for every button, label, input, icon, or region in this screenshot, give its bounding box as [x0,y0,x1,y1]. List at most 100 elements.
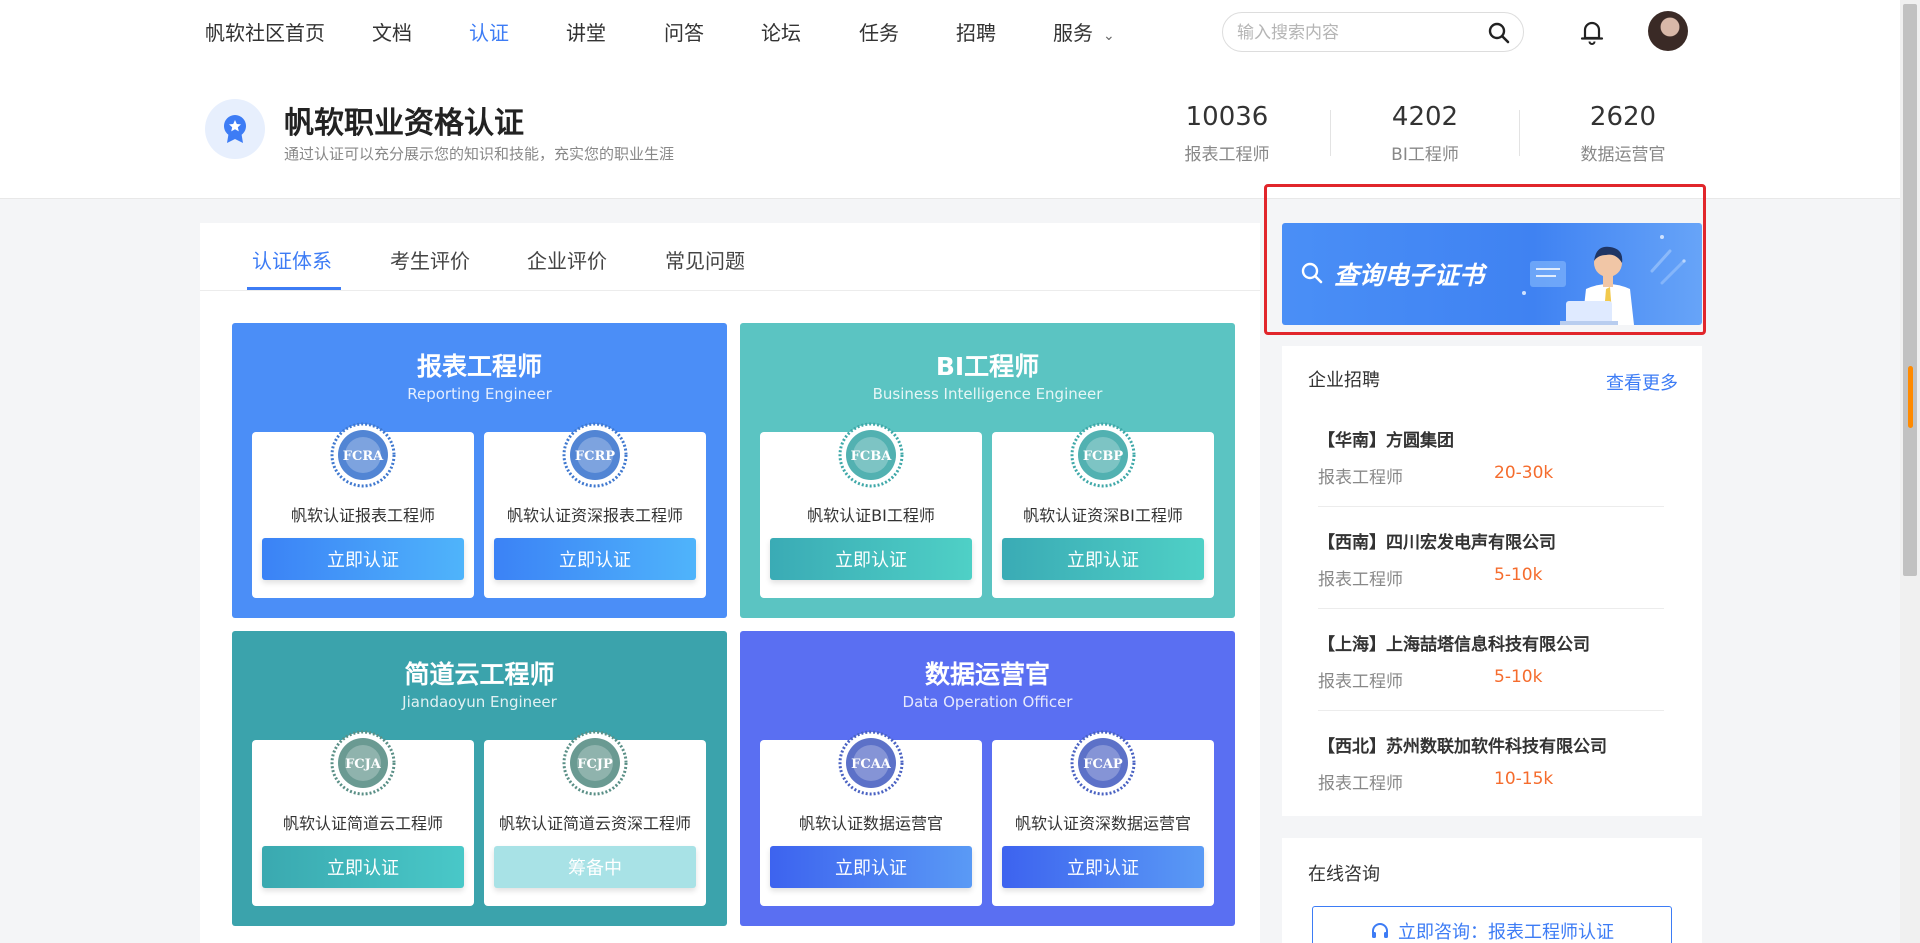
job-company: 【西南】四川宏发电声有限公司 [1318,533,1556,553]
job-role: 报表工程师 [1318,672,1403,692]
cert-group-bi-engineer: BI工程师 Business Intelligence Engineer FCBA 帆… [740,323,1235,618]
search-input[interactable] [1237,21,1477,45]
job-company: 【华南】方圆集团 [1318,431,1454,451]
seal-code-text: FCJA [345,757,382,772]
seal-code-text: FCAA [851,757,892,772]
certify-now-button[interactable]: 立即认证 [494,538,696,580]
query-certificate-banner[interactable]: 查询电子证书 [1282,223,1702,325]
certify-now-button[interactable]: 立即认证 [770,846,972,888]
certification-seal-icon: FCRP [562,422,628,488]
seal-code-text: FCBP [1083,449,1124,464]
job-salary: 20-30k [1494,463,1554,483]
cert-card-fcrp: FCRP 帆软认证资深报表工程师 立即认证 [484,422,706,598]
stat-value: 10036 [1185,102,1269,132]
stat-value: 2620 [1589,102,1657,132]
cert-group-subtitle: Business Intelligence Engineer [872,385,1103,403]
cert-card-fcap: FCAP 帆软认证资深数据运营官 立即认证 [992,730,1214,906]
nav-item-services[interactable]: 服务 ⌄ [1053,17,1115,46]
tab-faq[interactable]: 常见问题 [665,245,745,274]
tab-divider [200,290,1260,291]
divider [1318,506,1664,507]
job-role: 报表工程师 [1318,468,1403,488]
scroll-position-marker [1908,366,1913,428]
certify-now-button[interactable]: 立即认证 [1002,538,1204,580]
nav-item-tasks[interactable]: 任务 [859,17,899,46]
stat-divider [1330,110,1331,156]
seal-code-text: FCBA [851,449,893,464]
job-role: 报表工程师 [1318,570,1403,590]
enterprise-jobs-panel: 企业招聘 查看更多 【华南】方圆集团 报表工程师 20-30k 【西南】四川宏发… [1282,346,1702,816]
stat-label: 数据运营官 [1580,145,1666,165]
search-icon[interactable] [1487,21,1511,45]
consult-button[interactable]: 立即咨询：报表工程师认证 [1312,906,1672,943]
nav-item-jobs[interactable]: 招聘 [956,17,996,46]
seal-code-text: FCJP [577,757,613,772]
job-salary: 10-15k [1494,769,1554,789]
page-subtitle: 通过认证可以充分展示您的知识和技能，充实您的职业生涯 [284,145,675,163]
bell-icon[interactable] [1578,18,1606,46]
cert-group-subtitle: Jiandaoyun Engineer [402,693,557,711]
cert-group-jiandaoyun-engineer: 简道云工程师 Jiandaoyun Engineer FCJA 帆软认证简道云工程师立… [232,631,727,926]
cert-name: 帆软认证BI工程师 [807,506,935,525]
certification-badge-icon [205,99,265,159]
nav-item-certification[interactable]: 认证 [469,17,509,46]
certification-seal-icon: FCBP [1070,422,1136,488]
job-item[interactable]: 【上海】上海喆塔信息科技有限公司 报表工程师 5-10k [1318,630,1664,732]
page-title: 帆软职业资格认证 [284,106,524,141]
consult-button-label: 立即咨询：报表工程师认证 [1398,922,1614,943]
certification-seal-icon: FCJA [330,730,396,796]
jobs-title: 企业招聘 [1308,370,1380,391]
tab-certification-system[interactable]: 认证体系 [252,245,332,274]
cert-group-title: 简道云工程师 [404,660,555,689]
job-company: 【西北】苏州数联加软件科技有限公司 [1318,737,1607,757]
stat-data-operation-officer: 2620 数据运营官 [1533,102,1713,165]
tab-enterprise-reviews[interactable]: 企业评价 [527,245,607,274]
nav-item-qa[interactable]: 问答 [664,17,704,46]
certification-seal-icon: FCJP [562,730,628,796]
certification-seal-icon: FCRA [330,422,396,488]
avatar[interactable] [1648,11,1688,51]
job-salary: 5-10k [1494,565,1543,585]
divider [1318,710,1664,711]
nav-item-forum[interactable]: 论坛 [761,17,801,46]
cert-card-fcjp: FCJP 帆软认证简道云资深工程师 筹备中 [484,730,706,906]
scrollbar-thumb[interactable] [1903,4,1917,576]
seal-code-text: FCRA [343,449,384,464]
certification-seal-icon: FCAA [838,730,904,796]
job-item[interactable]: 【西北】苏州数联加软件科技有限公司 报表工程师 10-15k [1318,732,1664,834]
page-scrollbar[interactable] [1900,0,1920,943]
nav-item-lectures[interactable]: 讲堂 [566,17,606,46]
stat-value: 4202 [1391,102,1459,132]
cert-card-fcja: FCJA 帆软认证简道云工程师 立即认证 [252,730,474,906]
job-role: 报表工程师 [1318,774,1403,794]
cert-card-fcbp: FCBP 帆软认证资深BI工程师 立即认证 [992,422,1214,598]
certify-now-button[interactable]: 立即认证 [770,538,972,580]
cert-group-title: BI工程师 [935,352,1040,381]
online-consult-panel: 在线咨询 立即咨询：报表工程师认证 [1282,838,1702,943]
stat-bi-engineer: 4202 BI工程师 [1335,102,1515,165]
cert-group-data-operation-officer: 数据运营官 Data Operation Officer FCAA 帆软认证数据运营官… [740,631,1235,926]
cert-name: 帆软认证数据运营官 [798,814,943,833]
cert-group-subtitle: Data Operation Officer [902,693,1073,711]
nav-item-home[interactable]: 帆软社区首页 [205,17,325,46]
cert-group-subtitle: Reporting Engineer [407,385,552,403]
tab-candidate-reviews[interactable]: 考生评价 [390,245,470,274]
divider [1318,608,1664,609]
nav-item-services-label: 服务 [1053,21,1093,45]
businessman-illustration [1522,235,1686,325]
view-more-link[interactable]: 查看更多 [1606,369,1678,395]
search-box [1222,12,1524,52]
job-item[interactable]: 【西南】四川宏发电声有限公司 报表工程师 5-10k [1318,528,1664,630]
certify-now-button[interactable]: 立即认证 [262,846,464,888]
top-nav: 帆软社区首页 文档 认证 讲堂 问答 论坛 任务 招聘 服务 ⌄ [0,0,1900,62]
seal-code-text: FCRP [575,449,615,464]
chevron-down-icon: ⌄ [1103,28,1115,44]
cert-card-fcra: FCRA 帆软认证报表工程师 立即认证 [252,422,474,598]
nav-item-docs[interactable]: 文档 [372,17,412,46]
cert-name: 帆软认证资深数据运营官 [1014,814,1191,833]
in-preparation-button[interactable]: 筹备中 [494,846,696,888]
job-item[interactable]: 【华南】方圆集团 报表工程师 20-30k [1318,426,1664,528]
certify-now-button[interactable]: 立即认证 [262,538,464,580]
cert-card-fcba: FCBA 帆软认证BI工程师立即认证 [760,422,982,598]
certify-now-button[interactable]: 立即认证 [1002,846,1204,888]
